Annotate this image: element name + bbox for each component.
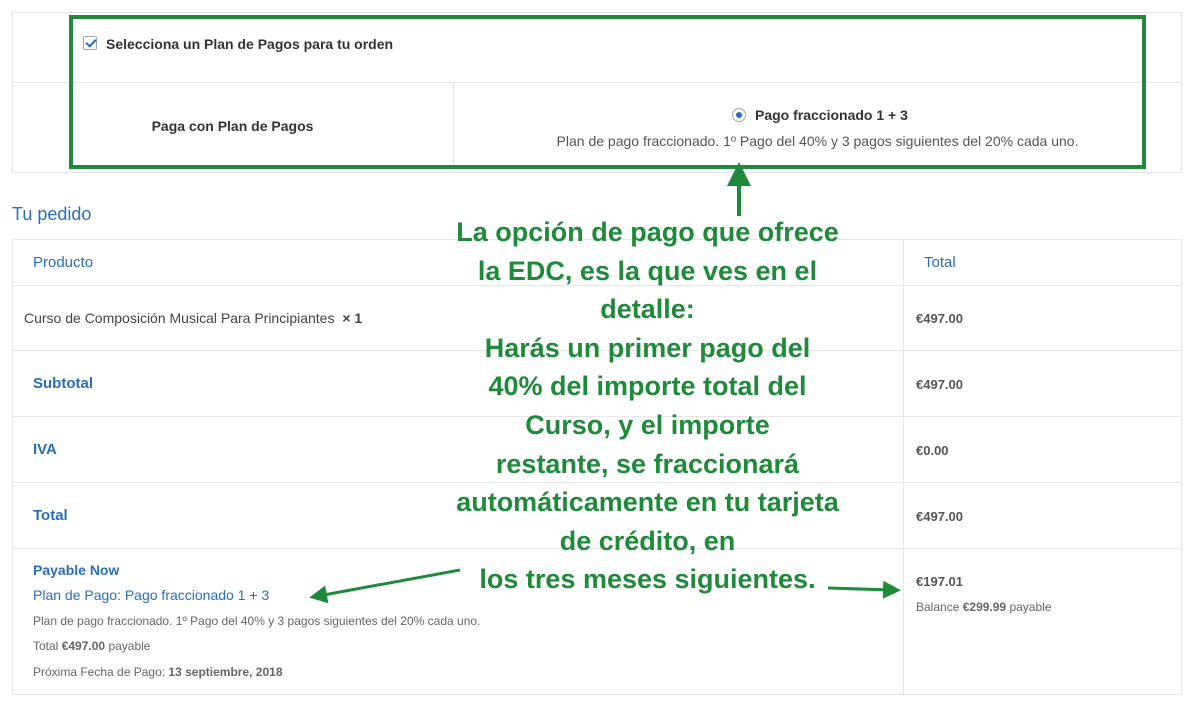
arrow-right-icon xyxy=(827,580,901,599)
arrow-left-icon xyxy=(309,568,461,604)
annotation-arrows xyxy=(309,162,901,604)
